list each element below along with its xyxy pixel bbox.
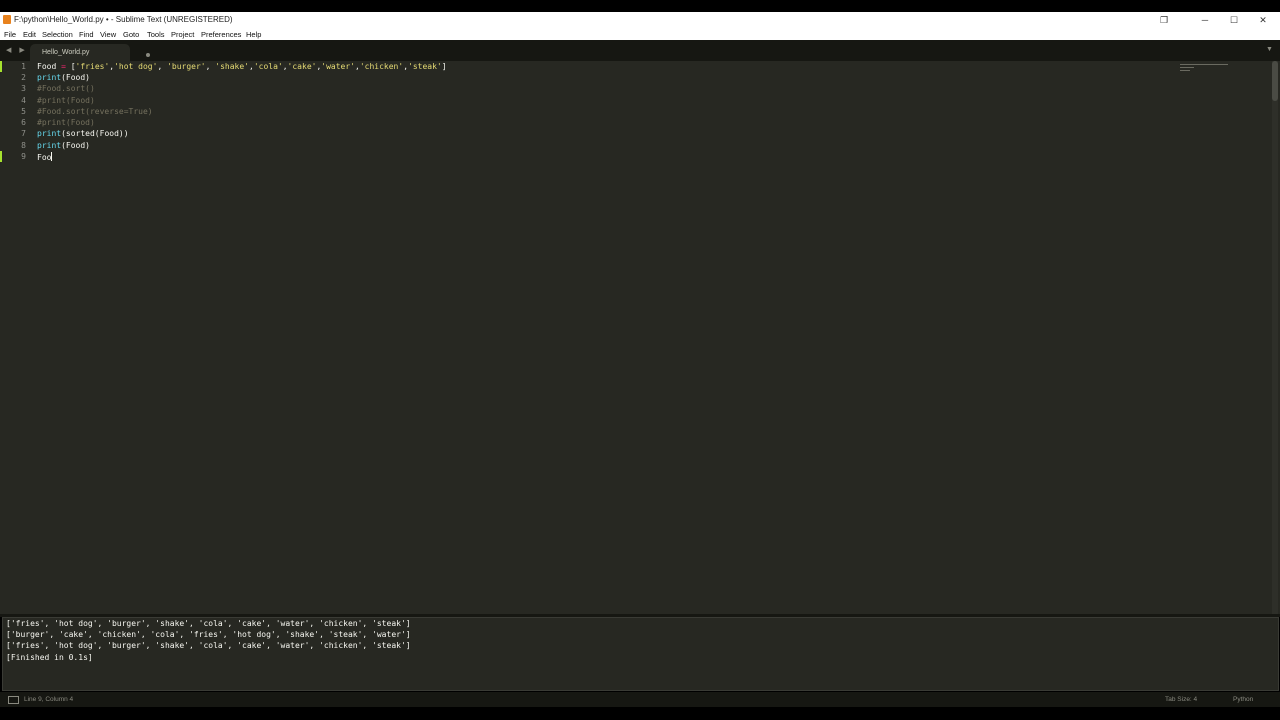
- menu-view[interactable]: View: [100, 30, 116, 39]
- call-args: (Food): [61, 73, 90, 82]
- line-number: 4: [21, 96, 26, 105]
- comma: ,: [205, 62, 216, 71]
- panel-toggle-icon[interactable]: [8, 696, 19, 704]
- string-literal: 'fries': [75, 62, 110, 71]
- status-bar: Line 9, Column 4 Tab Size: 4 Python: [0, 692, 1280, 707]
- tab-bar: ◀ ▶ Hello_World.py ▼: [0, 40, 1280, 61]
- restore-layout-icon[interactable]: ❐: [1150, 13, 1178, 27]
- minimap-line: [1180, 67, 1194, 68]
- cursor-position: Line 9, Column 4: [24, 696, 74, 703]
- output-line: ['fries', 'hot dog', 'burger', 'shake', …: [6, 641, 411, 650]
- minimap-line: [1180, 64, 1228, 65]
- string-literal: 'burger': [167, 62, 206, 71]
- menu-project[interactable]: Project: [171, 30, 194, 39]
- code-line-3: #Food.sort(): [37, 84, 95, 93]
- menu-find[interactable]: Find: [79, 30, 94, 39]
- tab-list-dropdown-icon[interactable]: ▼: [1266, 46, 1273, 53]
- string-literal: 'cake': [287, 62, 317, 71]
- close-button[interactable]: ✕: [1249, 13, 1277, 27]
- editor-scrollbar[interactable]: [1272, 61, 1278, 614]
- line-number: 5: [21, 107, 26, 116]
- menu-help[interactable]: Help: [246, 30, 261, 39]
- code-editor[interactable]: 1 2 3 4 5 6 7 8 9 Food = ['fries','hot d…: [0, 61, 1280, 614]
- builtin-function: print: [37, 73, 62, 82]
- call-args: (Food): [61, 141, 90, 150]
- title-bar: F:\python\Hello_World.py • - Sublime Tex…: [0, 12, 1280, 28]
- code-line-5: #Food.sort(reverse=True): [37, 107, 153, 116]
- tab-label: Hello_World.py: [42, 49, 90, 56]
- menu-selection[interactable]: Selection: [42, 30, 73, 39]
- string-literal: 'cola': [253, 62, 283, 71]
- build-output-panel[interactable]: ['fries', 'hot dog', 'burger', 'shake', …: [2, 617, 1279, 691]
- menu-goto[interactable]: Goto: [123, 30, 139, 39]
- code-line-7: print(sorted(Food)): [37, 129, 129, 138]
- current-line-text: Foo: [37, 153, 52, 162]
- call-args: (sorted(Food)): [61, 129, 129, 138]
- tab-nav-arrows-icon[interactable]: ◀ ▶: [6, 46, 28, 54]
- line-number: 8: [21, 141, 26, 150]
- code-line-4: #print(Food): [37, 96, 95, 105]
- minimize-button[interactable]: ─: [1191, 13, 1219, 27]
- editor-scrollbar-thumb[interactable]: [1272, 61, 1278, 101]
- tab-size-selector[interactable]: Tab Size: 4: [1165, 696, 1197, 703]
- line-number: 2: [21, 73, 26, 82]
- bracket: ]: [441, 62, 447, 71]
- letterbox-top: [0, 0, 1280, 12]
- syntax-selector[interactable]: Python: [1233, 696, 1253, 703]
- assign-operator: =: [56, 62, 71, 71]
- code-line-2: print(Food): [37, 73, 90, 82]
- menu-file[interactable]: File: [4, 30, 16, 39]
- string-literal: 'shake': [215, 62, 249, 71]
- code-line-6: #print(Food): [37, 118, 95, 127]
- builtin-function: print: [37, 129, 62, 138]
- line-number: 9: [21, 152, 26, 161]
- minimap-line: [1180, 70, 1190, 71]
- minimap[interactable]: [1176, 62, 1266, 74]
- menu-bar: File Edit Selection Find View Goto Tools…: [0, 28, 1280, 40]
- comma: ,: [157, 62, 168, 71]
- letterbox-bottom: [0, 707, 1280, 720]
- string-literal: 'hot dog': [114, 62, 158, 71]
- output-line: ['burger', 'cake', 'chicken', 'cola', 'f…: [6, 630, 411, 639]
- maximize-button[interactable]: ☐: [1220, 13, 1248, 27]
- string-literal: 'chicken': [359, 62, 404, 71]
- menu-preferences[interactable]: Preferences: [201, 30, 241, 39]
- menu-tools[interactable]: Tools: [147, 30, 165, 39]
- code-line-8: print(Food): [37, 141, 90, 150]
- line-number: 6: [21, 118, 26, 127]
- identifier: Food: [37, 62, 57, 71]
- unsaved-dot-icon[interactable]: [146, 53, 150, 57]
- text-cursor: [51, 152, 53, 161]
- window-title: F:\python\Hello_World.py • - Sublime Tex…: [14, 15, 233, 24]
- sublime-text-icon: [3, 15, 11, 24]
- string-literal: 'water': [321, 62, 355, 71]
- string-literal: 'steak': [408, 62, 442, 71]
- menu-edit[interactable]: Edit: [23, 30, 36, 39]
- code-line-9: Foo: [37, 152, 53, 162]
- output-line: [Finished in 0.1s]: [6, 653, 93, 662]
- line-number: 7: [21, 129, 26, 138]
- code-line-1: Food = ['fries','hot dog', 'burger', 'sh…: [37, 62, 447, 71]
- output-line: ['fries', 'hot dog', 'burger', 'shake', …: [6, 619, 411, 628]
- line-number: 3: [21, 84, 26, 93]
- builtin-function: print: [37, 141, 62, 150]
- line-number: 1: [21, 62, 26, 71]
- tab-hello-world[interactable]: Hello_World.py: [30, 44, 150, 61]
